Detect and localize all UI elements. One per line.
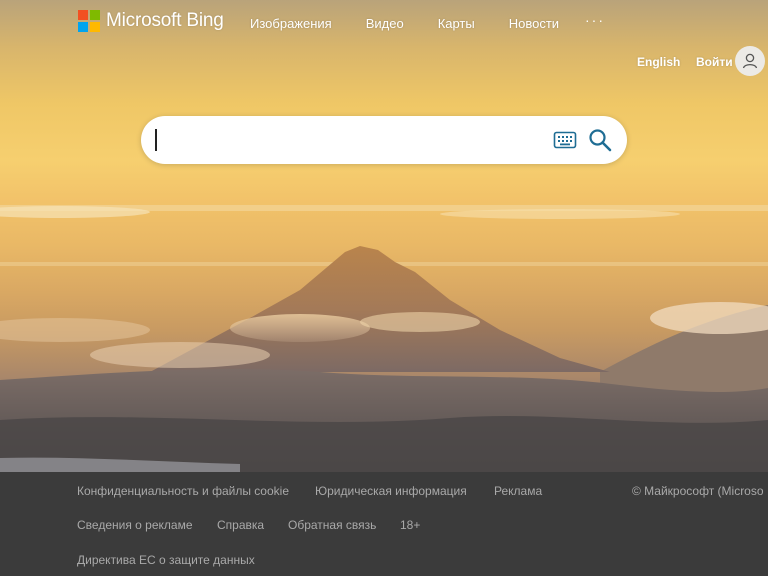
footer-link-feedback[interactable]: Обратная связь: [288, 518, 376, 532]
bing-logo[interactable]: Microsoft Bing: [78, 10, 224, 32]
volcano-landscape-image: [0, 205, 768, 472]
keyboard-icon: [553, 131, 577, 149]
copyright-text: © Майкрософт (Microso: [632, 484, 764, 498]
search-button[interactable]: [588, 128, 612, 152]
footer-link-privacy[interactable]: Конфиденциальность и файлы cookie: [77, 484, 289, 498]
search-input[interactable]: [159, 126, 543, 156]
footer-link-ad-info[interactable]: Сведения о рекламе: [77, 518, 193, 532]
brand-name: Microsoft Bing: [106, 10, 224, 31]
footer-link-advertising[interactable]: Реклама: [494, 484, 542, 498]
microsoft-logo-icon: [78, 10, 100, 32]
text-cursor: [155, 129, 157, 151]
footer: Конфиденциальность и файлы cookie Юридич…: [0, 472, 768, 576]
footer-link-18plus[interactable]: 18+: [400, 518, 420, 532]
footer-link-legal[interactable]: Юридическая информация: [315, 484, 467, 498]
search-icon: [589, 129, 612, 152]
keyboard-button[interactable]: [553, 130, 577, 150]
more-icon[interactable]: ···: [585, 12, 605, 28]
user-icon: [742, 53, 758, 69]
user-avatar[interactable]: [735, 46, 765, 76]
footer-link-eu-data-directive[interactable]: Директива ЕС о защите данных: [77, 553, 255, 567]
nav-item-images[interactable]: Изображения: [250, 16, 332, 31]
signin-link[interactable]: Войти: [696, 55, 733, 69]
nav-item-maps[interactable]: Карты: [438, 16, 475, 31]
background-image: [0, 0, 768, 472]
nav-item-video[interactable]: Видео: [366, 16, 404, 31]
footer-link-help[interactable]: Справка: [217, 518, 264, 532]
top-nav: Изображения Видео Карты Новости ···: [250, 12, 603, 31]
language-link[interactable]: English: [637, 55, 680, 69]
nav-item-news[interactable]: Новости: [509, 16, 559, 31]
